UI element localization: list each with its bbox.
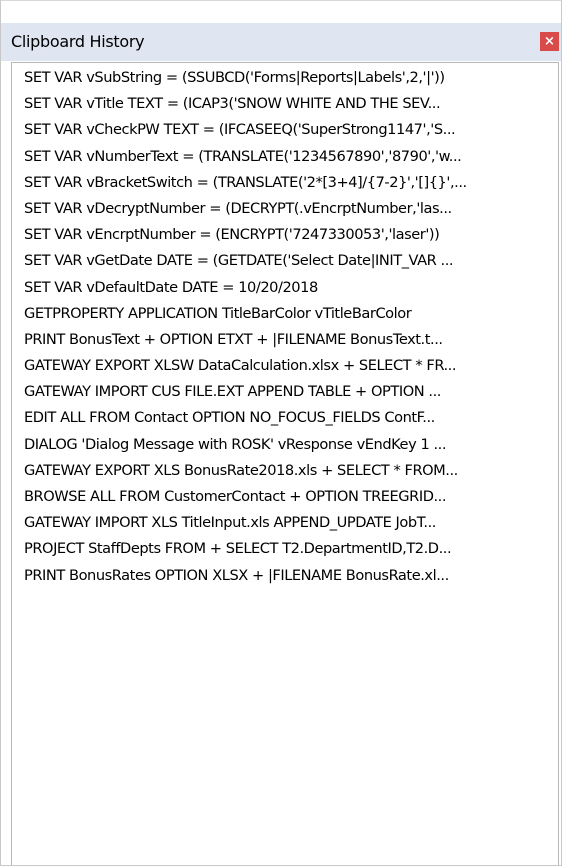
window-title: Clipboard History	[11, 32, 145, 51]
clipboard-history-window: Clipboard History × SET VAR vSubString =…	[0, 0, 562, 866]
history-items: SET VAR vSubString = (SSUBCD('Forms|Repo…	[12, 63, 558, 590]
history-item-18[interactable]: GATEWAY IMPORT XLS TitleInput.xls APPEND…	[12, 511, 558, 537]
history-item-15[interactable]: DIALOG 'Dialog Message with ROSK' vRespo…	[12, 433, 558, 459]
history-item-3[interactable]: SET VAR vCheckPW TEXT = (IFCASEEQ('Super…	[12, 118, 558, 144]
history-item-8[interactable]: SET VAR vGetDate DATE = (GETDATE('Select…	[12, 249, 558, 275]
history-item-2[interactable]: SET VAR vTitle TEXT = (ICAP3('SNOW WHITE…	[12, 92, 558, 118]
history-item-17[interactable]: BROWSE ALL FROM CustomerContact + OPTION…	[12, 485, 558, 511]
close-button[interactable]: ×	[540, 32, 559, 51]
history-item-11[interactable]: PRINT BonusText + OPTION ETXT + |FILENAM…	[12, 328, 558, 354]
history-item-10[interactable]: GETPROPERTY APPLICATION TitleBarColor vT…	[12, 302, 558, 328]
history-item-19[interactable]: PROJECT StaffDepts FROM + SELECT T2.Depa…	[12, 537, 558, 563]
history-item-16[interactable]: GATEWAY EXPORT XLS BonusRate2018.xls + S…	[12, 459, 558, 485]
clipboard-history-list[interactable]: SET VAR vSubString = (SSUBCD('Forms|Repo…	[11, 62, 559, 865]
history-item-6[interactable]: SET VAR vDecryptNumber = (DECRYPT(.vEncr…	[12, 197, 558, 223]
history-item-20[interactable]: PRINT BonusRates OPTION XLSX + |FILENAME…	[12, 564, 558, 590]
history-item-9[interactable]: SET VAR vDefaultDate DATE = 10/20/2018	[12, 276, 558, 302]
history-item-12[interactable]: GATEWAY EXPORT XLSW DataCalculation.xlsx…	[12, 354, 558, 380]
history-item-5[interactable]: SET VAR vBracketSwitch = (TRANSLATE('2*[…	[12, 171, 558, 197]
history-item-1[interactable]: SET VAR vSubString = (SSUBCD('Forms|Repo…	[12, 66, 558, 92]
history-item-7[interactable]: SET VAR vEncrptNumber = (ENCRYPT('724733…	[12, 223, 558, 249]
history-item-14[interactable]: EDIT ALL FROM Contact OPTION NO_FOCUS_FI…	[12, 406, 558, 432]
history-item-4[interactable]: SET VAR vNumberText = (TRANSLATE('123456…	[12, 145, 558, 171]
title-bar[interactable]: Clipboard History ×	[1, 23, 561, 61]
history-item-13[interactable]: GATEWAY IMPORT CUS FILE.EXT APPEND TABLE…	[12, 380, 558, 406]
